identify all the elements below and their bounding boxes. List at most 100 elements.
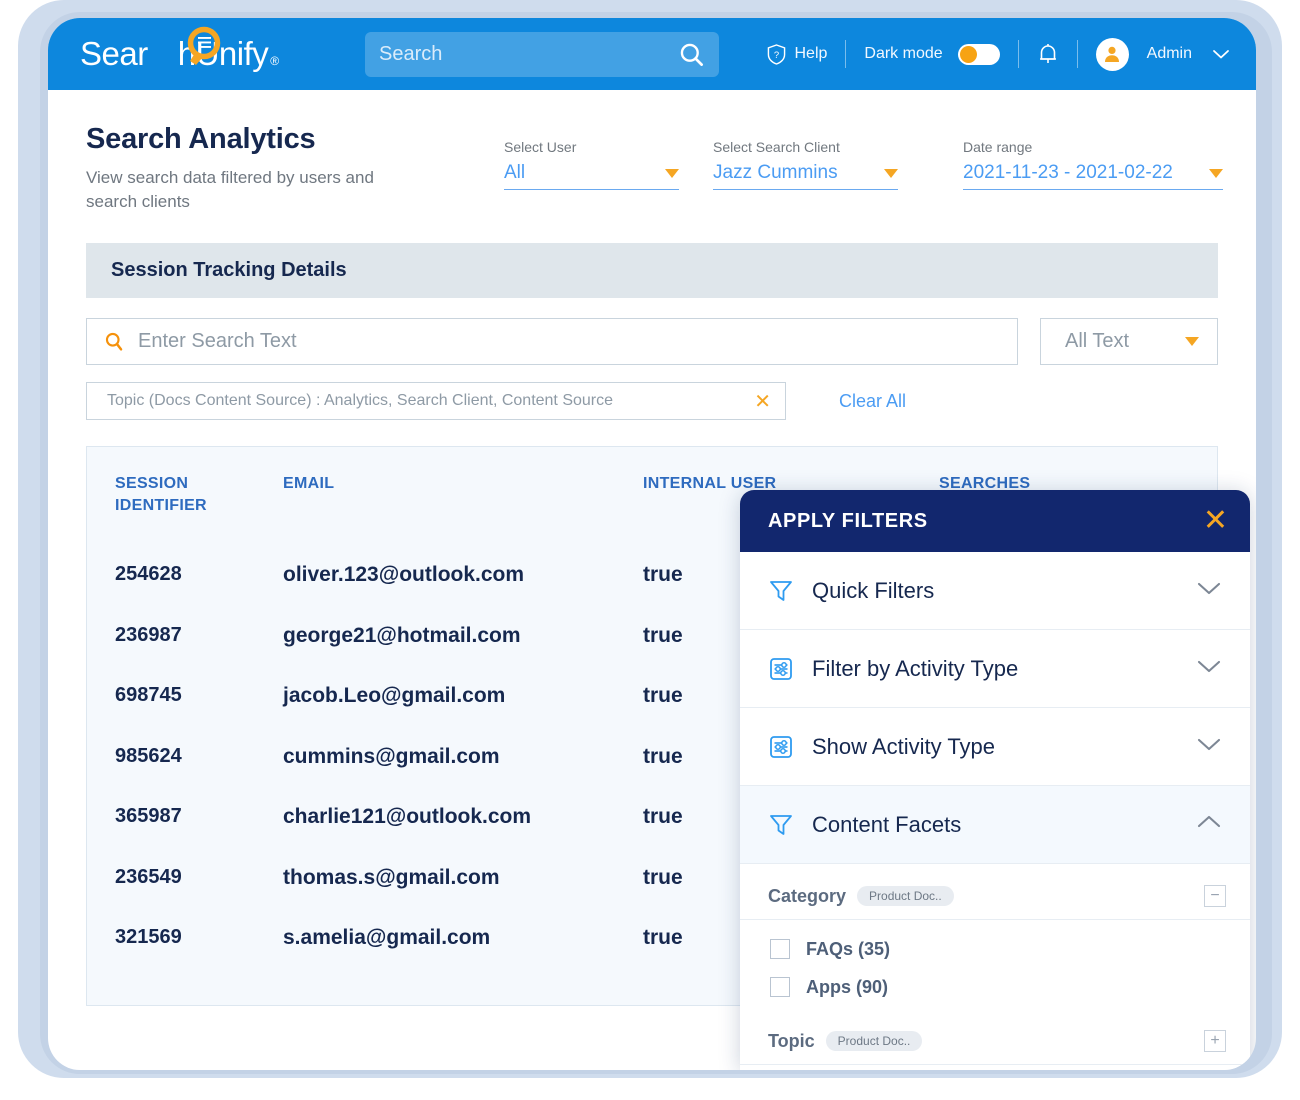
filter-section-label: Show Activity Type [812,733,996,759]
search-icon [680,43,703,66]
cell-email: charlie121@outlook.com [283,805,532,828]
plus-box-icon[interactable]: + [1204,1030,1226,1052]
close-icon[interactable]: ✕ [754,389,771,414]
help-shield-icon: ? [768,43,786,65]
apply-filters-panel: APPLY FILTERS ✕ Quick Filters Filter by A… [740,490,1250,1070]
chevron-down-icon[interactable] [1212,48,1230,60]
sliders-icon [768,734,806,760]
global-search-field[interactable]: Search [365,32,719,77]
cell-session-identifier: 321569 [115,926,182,948]
select-search-client-label: Select Search Client [713,139,840,155]
divider [845,40,847,68]
help-label: Help [794,45,828,62]
page-header: Search Analytics View search data filter… [48,90,1256,220]
cell-email: oliver.123@outlook.com [283,563,525,586]
apply-filters-header: APPLY FILTERS ✕ [740,490,1250,552]
cell-email: s.amelia@gmail.com [283,926,491,949]
top-navigation-bar: Sear hUnify ® Search ? Help Dark mode Ad… [48,18,1256,90]
chevron-down-icon[interactable] [1185,337,1199,346]
filter-section-content-facets[interactable]: Content Facets [740,786,1250,864]
facet-option[interactable]: Apps (90) [740,968,1250,1006]
facet-option[interactable]: FAQs (35) [740,930,1250,968]
session-tracking-title: Session Tracking Details [111,259,347,281]
chevron-down-icon[interactable] [1196,580,1222,601]
user-avatar-icon [1105,46,1120,62]
text-scope-value: All Text [1065,330,1130,352]
chevron-down-icon[interactable] [1196,736,1222,757]
page-subtitle: View search data filtered by users and s… [86,168,374,211]
minus-box-icon[interactable]: − [1204,885,1226,907]
checkbox[interactable] [770,939,790,959]
notifications-button[interactable] [1037,42,1059,66]
dark-mode-label: Dark mode [864,45,943,62]
global-search-placeholder: Search [379,43,443,65]
content-facets-body: Category Product Doc.. − FAQs (35) Apps (90)… [740,864,1250,1070]
facet-header-category[interactable]: Category Product Doc.. − [740,873,1250,920]
cell-email: george21@hotmail.com [283,623,521,647]
date-range-filter[interactable]: Date range 2021-11-23 - 2021-02-22 [963,139,1223,190]
magnifier-document-logo-icon [187,26,221,65]
column-header-email[interactable]: EMAIL [283,473,633,495]
text-scope-dropdown[interactable]: All Text [1040,318,1218,365]
select-user-label: Select User [504,139,577,155]
filter-section-quick-filters[interactable]: Quick Filters [740,552,1250,630]
dark-mode-switch[interactable] [957,43,1000,65]
brand-logo[interactable]: Sear hUnify ® [80,26,279,73]
facet-name: Category [768,885,847,906]
brand-registered-mark: ® [270,54,279,68]
user-menu[interactable]: Admin [1095,37,1230,71]
select-search-client-filter[interactable]: Select Search Client Jazz Cummins [713,139,898,190]
session-tracking-header: Session Tracking Details [86,243,1218,298]
cell-email: cummins@gmail.com [283,744,500,768]
facet-header-topic[interactable]: Topic Product Doc.. + [740,1018,1250,1065]
app-window: Sear hUnify ® Search ? Help Dark mode Ad… [48,18,1256,1070]
facet-options-category: FAQs (35) Apps (90) [740,920,1250,1018]
facet-option-label: FAQs (35) [806,938,891,959]
close-icon[interactable]: ✕ [1203,506,1228,536]
svg-text:?: ? [774,49,779,60]
cell-session-identifier: 236987 [115,623,182,646]
chevron-down-icon[interactable] [1196,658,1222,679]
date-range-value: 2021-11-23 - 2021-02-22 [963,162,1173,183]
checkbox[interactable] [770,977,790,997]
chevron-down-icon[interactable] [665,168,679,178]
facet-option-label: Apps (90) [806,976,889,997]
column-header-session-line2: IDENTIFIER [115,497,207,514]
filter-section-filter-by-activity-type[interactable]: Filter by Activity Type [740,630,1250,708]
cell-session-identifier: 365987 [115,805,182,827]
chevron-down-icon[interactable] [1209,168,1223,178]
chevron-down-icon[interactable] [884,168,898,178]
clear-all-button[interactable]: Clear All [839,391,906,412]
apply-filters-title: APPLY FILTERS [768,509,928,532]
cell-email: thomas.s@gmail.com [283,865,500,889]
divider [1076,40,1078,68]
filter-section-label: Quick Filters [812,577,935,603]
topbar-right-group: ? Help Dark mode Admin [767,18,1230,90]
cell-session-identifier: 698745 [115,684,182,706]
filter-section-label: Filter by Activity Type [812,655,1019,681]
filter-section-show-activity-type[interactable]: Show Activity Type [740,708,1250,786]
cell-session-identifier: 254628 [115,563,182,585]
chevron-up-icon[interactable] [1196,814,1222,835]
funnel-icon [768,578,806,604]
topic-filter-chip-label: Topic (Docs Content Source) : Analytics,… [107,392,614,409]
funnel-icon [768,812,806,838]
help-button[interactable]: ? Help [767,43,828,65]
column-header-session-identifier[interactable]: SESSION IDENTIFIER [115,473,285,517]
search-text-input[interactable]: Enter Search Text [86,318,1018,365]
avatar [1095,37,1129,71]
user-name-label: Admin [1146,45,1192,62]
sliders-icon [768,656,806,682]
select-user-value: All [504,162,526,183]
brand-name-part1: Sear [80,35,148,72]
divider [1017,40,1019,68]
cell-email: jacob.Leo@gmail.com [283,684,506,707]
page-title: Search Analytics [86,123,316,155]
active-filters-row: Topic (Docs Content Source) : Analytics,… [86,382,906,420]
dark-mode-toggle[interactable]: Dark mode [864,43,1000,65]
topic-filter-chip[interactable]: Topic (Docs Content Source) : Analytics,… [86,382,786,420]
search-text-placeholder: Enter Search Text [138,330,297,352]
select-user-filter[interactable]: Select User All [504,139,679,190]
facet-pill: Product Doc.. [857,886,954,906]
facet-pill: Product Doc.. [825,1031,923,1051]
